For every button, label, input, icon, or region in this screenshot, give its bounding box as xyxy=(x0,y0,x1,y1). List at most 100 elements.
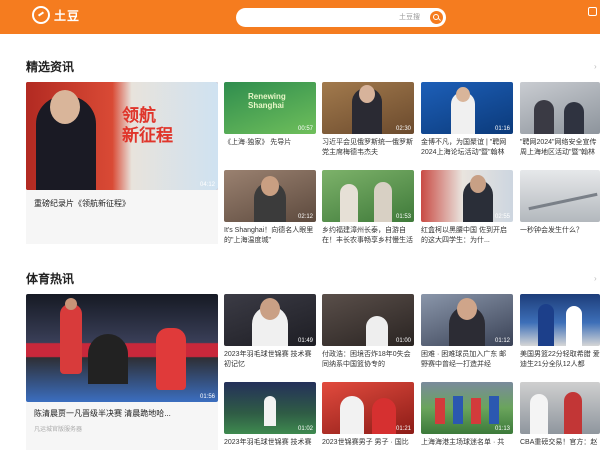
sports-caption[interactable]: 付政浩：困境否炸18年0失会同纳系中国篮协专的 xyxy=(322,350,414,370)
news-duration: 02:55 xyxy=(494,214,510,220)
sports-thumbnail[interactable]: 01:49 xyxy=(224,294,316,346)
news-thumbnail[interactable]: 02:30 xyxy=(322,82,414,134)
more-arrow-icon[interactable]: › xyxy=(594,62,597,71)
featured-news-face xyxy=(50,90,80,124)
logo-icon xyxy=(32,6,50,24)
section-title-news: 精选资讯 xyxy=(26,60,75,74)
more-arrow-icon[interactable]: › xyxy=(594,274,597,283)
sports-thumbnail-player xyxy=(340,396,364,434)
featured-news-thumbnail[interactable]: 领航 新征程 04:12 xyxy=(26,82,218,190)
news-card[interactable]: 02:55 红盒柯以黑腰中国 佐到开启的这大四学生：为什... xyxy=(421,170,513,244)
sports-thumbnail-player xyxy=(435,398,445,424)
sports-caption[interactable]: CBA重磅交易！官方：赵睿 xyxy=(520,438,600,448)
sports-thumbnail[interactable]: 01:00 xyxy=(322,294,414,346)
sports-thumbnail-player xyxy=(530,394,548,434)
news-card[interactable]: 02:30 习近平会见俄罗斯统一俄罗斯党主席梅德韦杰夫 xyxy=(322,82,414,156)
search-icon[interactable] xyxy=(430,11,443,24)
logo[interactable]: 土豆 xyxy=(32,6,80,24)
sports-thumbnail[interactable]: 01:12 xyxy=(421,294,513,346)
news-thumbnail-person xyxy=(564,102,584,134)
sports-thumbnail[interactable]: 01:13 xyxy=(421,382,513,434)
sports-duration: 01:12 xyxy=(494,338,510,344)
featured-sports-card[interactable]: 01:56 陈清晨贾一凡晋级半决赛 清晨跪地哈... 凡运城官版服务器 xyxy=(26,294,218,450)
featured-sports-photographer xyxy=(88,334,128,384)
featured-news-card[interactable]: 领航 新征程 04:12 重磅纪录片《领航新征程》 xyxy=(26,82,218,244)
sports-thumbnail-face xyxy=(457,298,477,320)
sports-caption[interactable]: 困难 · 困难球员加入广东 邮野赛中曾经一打造并经 xyxy=(421,350,513,370)
featured-sports-player xyxy=(156,328,186,390)
news-duration: 02:12 xyxy=(297,214,313,220)
news-duration: 01:16 xyxy=(494,126,510,132)
search-bar[interactable]: 土豆搜 xyxy=(236,8,446,27)
news-caption[interactable]: 一秒钟会发生什么？ xyxy=(520,226,600,246)
news-thumbnail[interactable]: 01:16 xyxy=(421,82,513,134)
news-caption[interactable]: It's Shanghai！向德名人眼里的"上海温度城" xyxy=(224,226,316,246)
user-menu-button[interactable] xyxy=(588,7,600,27)
news-card[interactable]: 02:12 It's Shanghai！向德名人眼里的"上海温度城" xyxy=(224,170,316,244)
news-thumbnail-person xyxy=(534,100,554,134)
news-caption[interactable]: 习近平会见俄罗斯统一俄罗斯党主席梅德韦杰夫 xyxy=(322,138,414,158)
sports-card[interactable]: 01:02 2023年羽毛球世锦赛 技术赛 xyxy=(224,382,316,450)
news-card[interactable]: Renewing Shanghai 00:57 《上海·独家》 先导片 xyxy=(224,82,316,156)
news-thumbnail-face xyxy=(261,176,279,196)
sports-duration: 01:21 xyxy=(395,426,411,432)
sports-card[interactable]: 01:00 付政浩：困境否炸18年0失会同纳系中国篮协专的 xyxy=(322,294,414,368)
sports-caption[interactable]: 美国男篮22分轻取希腊 爱迪生21分全队12人都 xyxy=(520,350,600,370)
news-duration: 01:53 xyxy=(395,214,411,220)
sports-card[interactable]: 01:12 困难 · 困难球员加入广东 邮野赛中曾经一打造并经 xyxy=(421,294,513,368)
sports-duration: 01:13 xyxy=(494,426,510,432)
featured-news-caption[interactable]: 重磅纪录片《领航新征程》 xyxy=(34,198,212,209)
sports-caption[interactable]: 上海海港主场球迷名单 · 共 xyxy=(421,438,513,448)
sports-card[interactable]: 01:13 上海海港主场球迷名单 · 共 xyxy=(421,382,513,450)
news-thumbnail[interactable] xyxy=(520,82,600,134)
news-thumbnail-face xyxy=(470,175,486,193)
sports-thumbnail[interactable]: 01:02 xyxy=(224,382,316,434)
news-thumbnail[interactable] xyxy=(520,170,600,222)
featured-news-overlay-text: 领航 新征程 xyxy=(122,106,173,146)
news-thumbnail[interactable]: Renewing Shanghai 00:57 xyxy=(224,82,316,134)
top-header: 土豆 土豆搜 xyxy=(0,0,600,34)
sports-card[interactable]: CBA重磅交易！官方：赵睿 xyxy=(520,382,600,450)
sports-thumbnail[interactable] xyxy=(520,294,600,346)
news-thumbnail-line xyxy=(528,192,598,211)
featured-news-duration: 04:12 xyxy=(199,182,215,188)
news-card[interactable]: 一秒钟会发生什么？ xyxy=(520,170,600,244)
sports-card[interactable]: 美国男篮22分轻取希腊 爱迪生21分全队12人都 xyxy=(520,294,600,368)
sports-thumbnail-face xyxy=(260,298,280,320)
logo-text: 土豆 xyxy=(54,8,81,23)
featured-sports-caption[interactable]: 陈清晨贾一凡晋级半决赛 清晨跪地哈... xyxy=(34,408,214,420)
featured-sports-face xyxy=(65,298,77,310)
news-caption[interactable]: 《上海·独家》 先导片 xyxy=(224,138,316,158)
news-thumbnail[interactable]: 02:12 xyxy=(224,170,316,222)
search-placeholder[interactable]: 土豆搜 xyxy=(399,12,420,22)
sports-thumbnail[interactable] xyxy=(520,382,600,434)
news-thumbnail[interactable]: 02:55 xyxy=(421,170,513,222)
sports-thumbnail-player xyxy=(538,304,554,346)
news-card[interactable]: "聘网2024"网络安全宣传周上海地区活动"暨"翰林 xyxy=(520,82,600,156)
sports-caption[interactable]: 2023年羽毛球世锦赛 技术赛初记忆 xyxy=(224,350,316,370)
sports-card[interactable]: 01:21 2023世锦赛男子 男子 · 国比 xyxy=(322,382,414,450)
sports-thumbnail-player xyxy=(566,306,582,346)
news-caption[interactable]: 红盒柯以黑腰中国 佐到开启的这大四学生：为什... xyxy=(421,226,513,246)
section-title-sports: 体育热讯 xyxy=(26,272,75,286)
sports-thumbnail-player xyxy=(264,396,276,426)
news-thumbnail[interactable]: 01:53 xyxy=(322,170,414,222)
news-caption[interactable]: 金博不凡，为国聚谊 | "聘网2024上海论坛活动"暨"翰林 xyxy=(421,138,513,158)
sports-caption[interactable]: 2023年羽毛球世锦赛 技术赛 xyxy=(224,438,316,448)
featured-sports-subcaption: 凡运城官版服务器 xyxy=(34,427,83,433)
news-caption[interactable]: "聘网2024"网络安全宣传周上海地区活动"暨"翰林 xyxy=(520,138,600,158)
news-card[interactable]: 01:16 金博不凡，为国聚谊 | "聘网2024上海论坛活动"暨"翰林 xyxy=(421,82,513,156)
sports-thumbnail-player xyxy=(372,398,396,434)
sports-thumbnail[interactable]: 01:21 xyxy=(322,382,414,434)
sports-duration: 01:02 xyxy=(297,426,313,432)
news-duration: 00:57 xyxy=(297,126,313,132)
news-card[interactable]: 01:53 乡约福建漳州长泰，自游自在！丰长农事畅享乡村慢生活 xyxy=(322,170,414,244)
news-thumbnail-person xyxy=(374,182,392,222)
featured-sports-thumbnail[interactable]: 01:56 xyxy=(26,294,218,402)
sports-card[interactable]: 01:49 2023年羽毛球世锦赛 技术赛初记忆 xyxy=(224,294,316,368)
sports-thumbnail-player xyxy=(489,396,499,424)
sports-caption[interactable]: 2023世锦赛男子 男子 · 国比 xyxy=(322,438,414,448)
menu-icon xyxy=(588,7,597,16)
sports-thumbnail-player xyxy=(453,396,463,424)
news-caption[interactable]: 乡约福建漳州长泰，自游自在！丰长农事畅享乡村慢生活 xyxy=(322,226,414,246)
